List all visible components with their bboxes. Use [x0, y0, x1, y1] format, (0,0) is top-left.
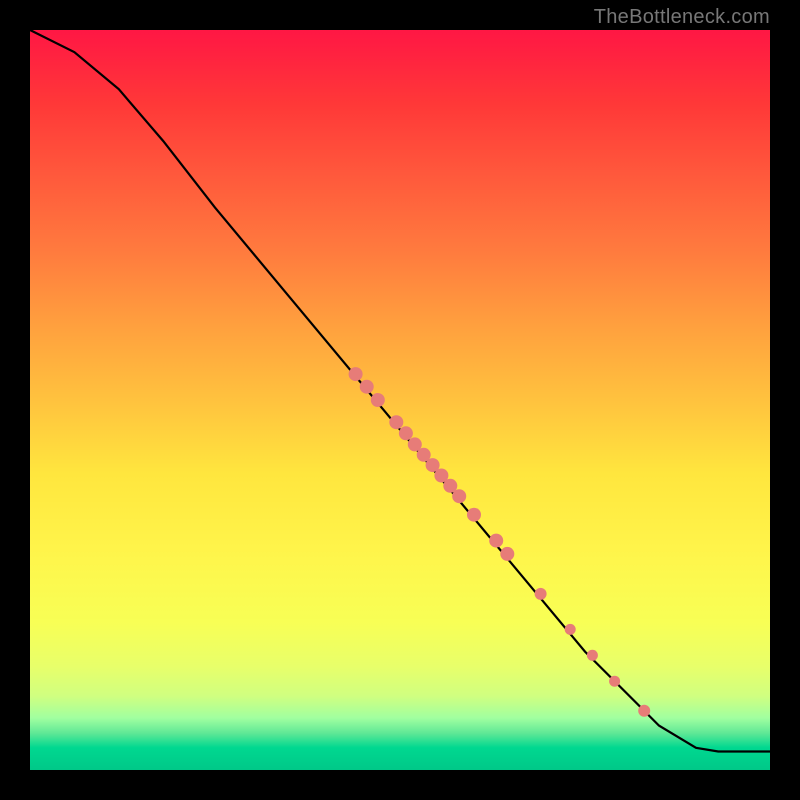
- data-marker: [399, 426, 413, 440]
- data-marker: [565, 624, 576, 635]
- data-marker: [452, 489, 466, 503]
- watermark-text: TheBottleneck.com: [594, 6, 770, 29]
- data-marker: [349, 367, 363, 381]
- data-marker: [467, 508, 481, 522]
- data-marker: [587, 650, 598, 661]
- data-marker: [638, 705, 650, 717]
- data-marker: [389, 415, 403, 429]
- data-marker: [489, 534, 503, 548]
- data-marker: [609, 676, 620, 687]
- chart-svg: [30, 30, 770, 770]
- data-marker: [535, 588, 547, 600]
- data-curve: [30, 30, 770, 752]
- marker-group: [349, 367, 651, 717]
- data-marker: [371, 393, 385, 407]
- data-marker: [360, 380, 374, 394]
- data-marker: [500, 547, 514, 561]
